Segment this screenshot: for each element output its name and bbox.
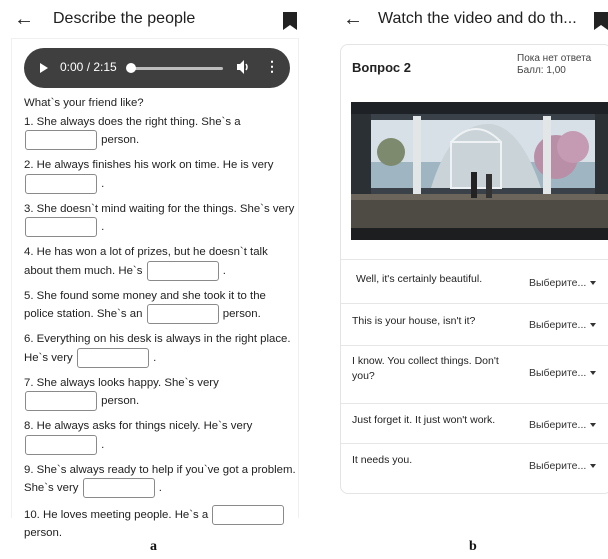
match-row-text: This is your house, isn't it?: [352, 315, 476, 327]
audio-time: 0:00 / 2:15: [60, 60, 117, 74]
match-row-text: Well, it's certainly beautiful.: [356, 273, 483, 285]
question-text-after: .: [101, 177, 105, 190]
answer-input[interactable]: [25, 217, 97, 237]
page-title: Describe the people: [53, 10, 196, 27]
page-title: Watch the video and do th...: [378, 10, 577, 27]
question-item: 8. He always asks for things nicely. He`…: [24, 418, 296, 455]
intro-text: What`s your friend like?: [24, 97, 144, 109]
header: ← Describe the people: [0, 0, 305, 40]
question-list: What`s your friend like? 1. She always d…: [24, 95, 296, 549]
caret-down-icon: [590, 371, 597, 376]
answer-status: Пока нет ответа: [517, 53, 592, 64]
answer-input[interactable]: [25, 434, 97, 455]
question-text: 2. He always finishes his work on time. …: [24, 159, 274, 171]
select-value: Выберите...: [529, 319, 587, 331]
question-content: 0:00 / 2:15 ⋮ What`s your friend like? 1…: [11, 38, 299, 539]
select-value: Выберите...: [529, 277, 587, 289]
question-item: 7. She always looks happy. She`s very pe…: [24, 375, 296, 411]
question-text-after: .: [101, 438, 105, 451]
select-value: Выберите...: [529, 460, 587, 472]
panel-describe-people: ← Describe the people 0:00 / 2:15 ⋮ What…: [0, 0, 305, 539]
audio-progress-thumb[interactable]: [126, 63, 136, 73]
match-row: It needs you. Выберите...: [341, 443, 608, 493]
caret-down-icon: [590, 464, 597, 469]
answer-input[interactable]: [76, 347, 149, 368]
answer-input[interactable]: [25, 173, 97, 194]
question-text: 3. She doesn`t mind waiting for the thin…: [24, 202, 295, 215]
question-text: 7. She always looks happy. She`s very: [24, 376, 219, 389]
question-item: 2. He always finishes his work on time. …: [24, 157, 296, 194]
match-select[interactable]: Выберите...: [529, 367, 597, 379]
question-item: 4. He has won a lot of prizes, but he do…: [24, 244, 296, 281]
question-text-after: person.: [222, 308, 261, 321]
answer-input[interactable]: [25, 130, 97, 150]
caret-down-icon: [590, 323, 597, 328]
question-text-after: .: [153, 351, 157, 364]
match-select[interactable]: Выберите...: [529, 319, 597, 331]
figure-caption-a: a: [150, 539, 157, 554]
select-value: Выберите...: [529, 367, 587, 379]
match-select[interactable]: Выберите...: [529, 277, 597, 289]
question-text: 6. Everything on his desk is always in t…: [24, 333, 291, 364]
question-text: 4. He has won a lot of prizes, but he do…: [24, 246, 268, 277]
question-text-after: person.: [101, 395, 140, 408]
volume-icon[interactable]: [237, 59, 251, 75]
match-row-text: Just forget it. It just won't work.: [352, 414, 496, 426]
question-item: 10. He loves meeting people. He`s a pers…: [24, 505, 296, 542]
answer-input[interactable]: [25, 391, 97, 411]
question-item: 6. Everything on his desk is always in t…: [24, 331, 296, 368]
panel-watch-video: ← Watch the video and do th... Вопрос 2 …: [330, 0, 608, 530]
match-select[interactable]: Выберите...: [529, 460, 597, 472]
answer-input[interactable]: [212, 505, 285, 525]
question-text-after: person.: [101, 134, 140, 147]
question-text-after: person.: [24, 527, 62, 539]
back-arrow-icon[interactable]: ←: [14, 8, 34, 30]
select-value: Выберите...: [529, 419, 587, 431]
audio-player[interactable]: 0:00 / 2:15 ⋮: [24, 48, 290, 88]
answer-input[interactable]: [146, 260, 219, 281]
question-text-after: .: [222, 264, 226, 277]
question-item: 1. She always does the right thing. She`…: [24, 114, 296, 150]
audio-progress-track[interactable]: [129, 67, 223, 70]
caret-down-icon: [590, 423, 597, 428]
score-label: Балл: 1,00: [517, 65, 566, 76]
bookmark-icon[interactable]: [594, 12, 608, 30]
match-select[interactable]: Выберите...: [529, 419, 597, 431]
bookmark-icon[interactable]: [283, 12, 297, 30]
answer-input[interactable]: [146, 304, 219, 324]
answer-input[interactable]: [82, 478, 155, 498]
question-number: Вопрос 2: [352, 60, 411, 75]
question-item: 9. She`s always ready to help if you`ve …: [24, 462, 296, 498]
question-text: 8. He always asks for things nicely. He`…: [24, 420, 253, 432]
question-item: 5. She found some money and she took it …: [24, 288, 296, 324]
more-vertical-icon[interactable]: ⋮: [265, 59, 279, 73]
figure-caption-b: b: [469, 539, 477, 554]
match-row: This is your house, isn't it? Выберите..…: [341, 303, 608, 345]
match-row: Well, it's certainly beautiful. Выберите…: [341, 259, 608, 303]
play-icon[interactable]: [40, 63, 48, 73]
question-card: Вопрос 2 Пока нет ответа Балл: 1,00 Well…: [340, 44, 608, 494]
question-text: 10. He loves meeting people. He`s a: [24, 509, 209, 522]
question-item: 3. She doesn`t mind waiting for the thin…: [24, 201, 296, 237]
match-row-text: It needs you.: [352, 454, 413, 466]
match-row: I know. You collect things. Don't you? В…: [341, 345, 608, 403]
match-row-text: I know. You collect things. Don't you?: [352, 355, 499, 382]
video-frame[interactable]: [351, 102, 608, 240]
question-text-after: .: [158, 482, 162, 495]
question-text-after: .: [101, 221, 105, 234]
match-row: Just forget it. It just won't work. Выбе…: [341, 403, 608, 443]
question-text: 1. She always does the right thing. She`…: [24, 115, 241, 128]
question-status: Пока нет ответа Балл: 1,00: [517, 53, 591, 77]
caret-down-icon: [590, 281, 597, 286]
back-arrow-icon[interactable]: ←: [343, 8, 363, 30]
